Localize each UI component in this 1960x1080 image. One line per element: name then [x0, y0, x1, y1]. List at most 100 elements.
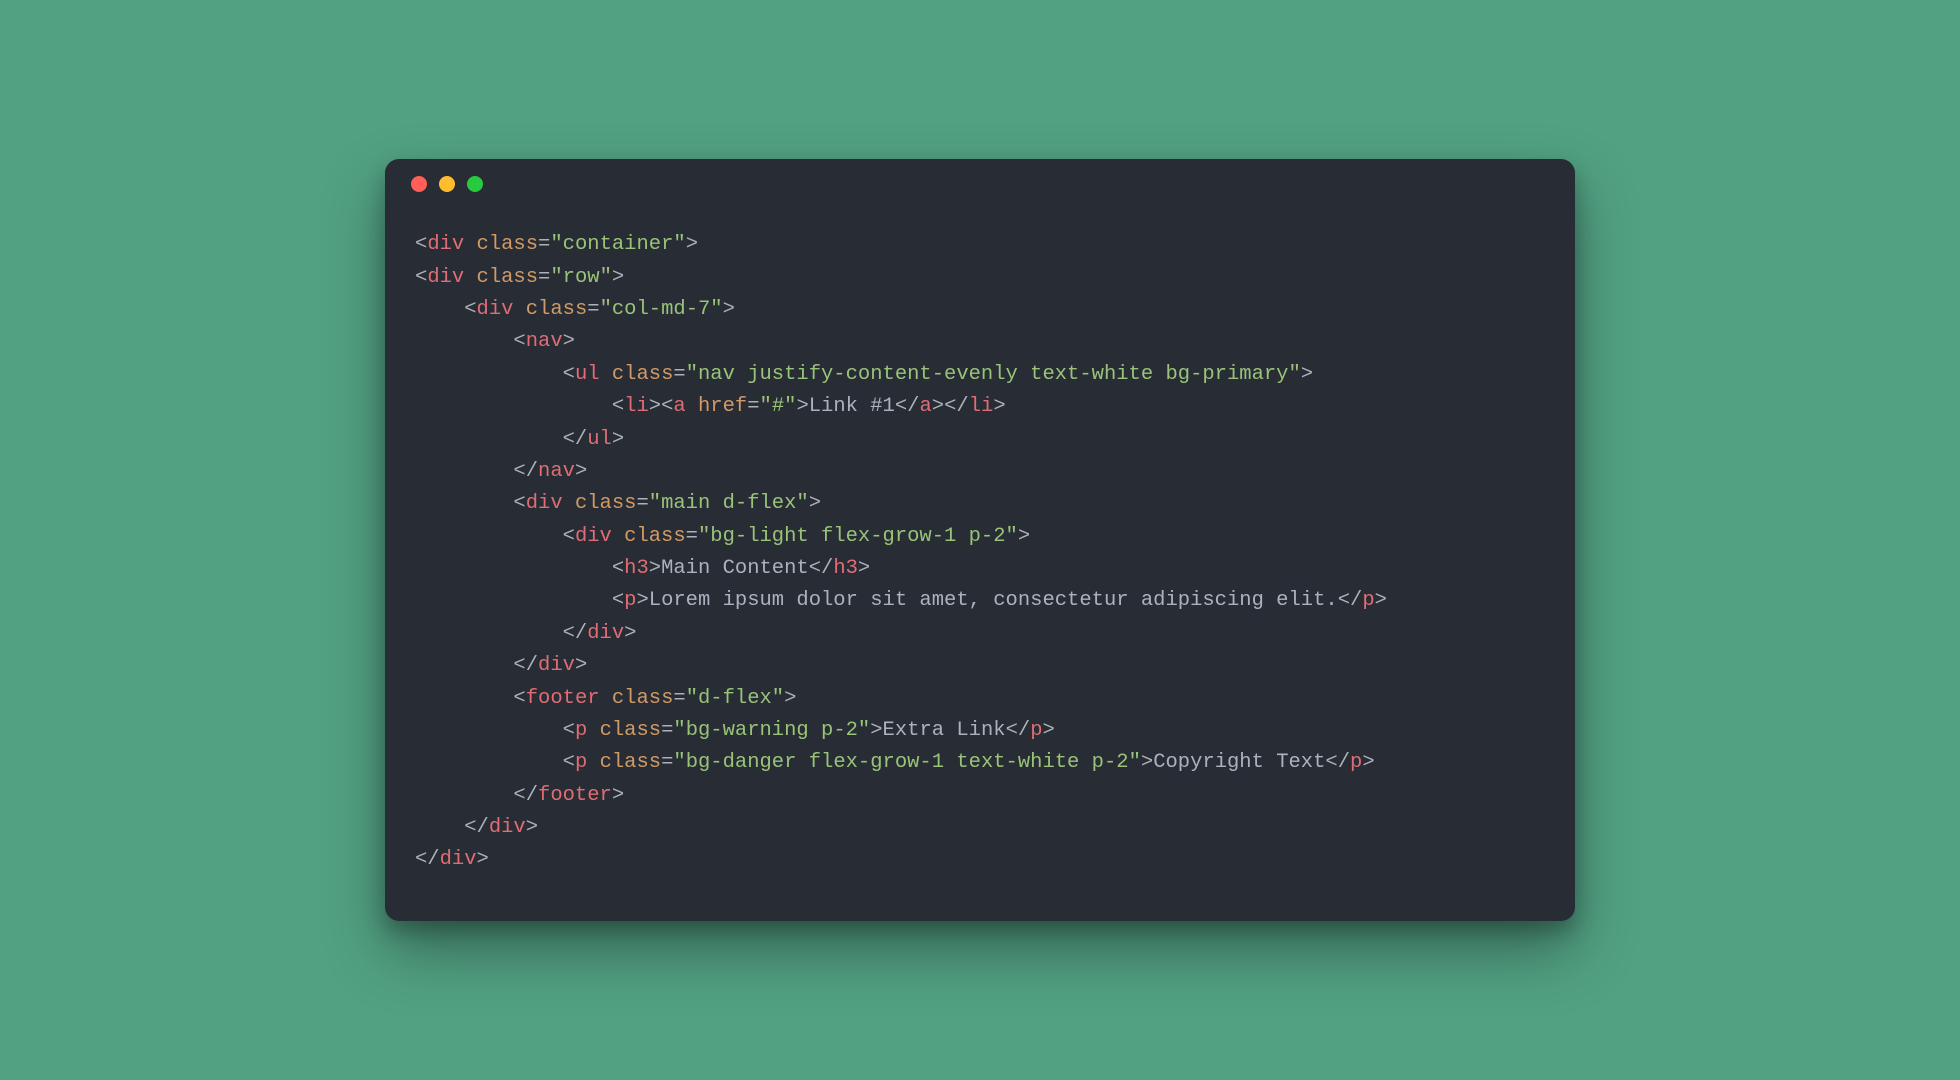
- code-token: [464, 266, 476, 289]
- code-token: >: [526, 816, 538, 839]
- code-token: <: [612, 589, 624, 612]
- code-token: href: [698, 395, 747, 418]
- code-token: Extra Link: [883, 719, 1006, 742]
- code-token: <: [563, 525, 575, 548]
- window-close-dot[interactable]: [411, 176, 427, 192]
- code-token: p: [1030, 719, 1042, 742]
- code-token: >: [477, 848, 489, 871]
- code-token: class: [477, 266, 539, 289]
- code-token: "container": [550, 233, 685, 256]
- code-line: <p class="bg-danger flex-grow-1 text-whi…: [415, 747, 1545, 779]
- code-line: </div>: [415, 844, 1545, 876]
- code-token: [587, 751, 599, 774]
- code-token: "#": [760, 395, 797, 418]
- code-token: footer: [538, 784, 612, 807]
- code-token: >: [575, 460, 587, 483]
- code-token: >: [612, 784, 624, 807]
- code-token: <: [563, 719, 575, 742]
- code-token: h3: [833, 557, 858, 580]
- code-line: <ul class="nav justify-content-evenly te…: [415, 359, 1545, 391]
- code-token: =: [673, 687, 685, 710]
- code-token: [612, 525, 624, 548]
- code-token: "col-md-7": [600, 298, 723, 321]
- code-token: ul: [575, 363, 600, 386]
- code-token: p: [624, 589, 636, 612]
- code-token: =: [538, 233, 550, 256]
- code-token: p: [575, 751, 587, 774]
- code-token: div: [575, 525, 612, 548]
- code-token: "bg-light flex-grow-1 p-2": [698, 525, 1018, 548]
- code-token: </: [563, 428, 588, 451]
- code-token: class: [526, 298, 588, 321]
- code-token: <: [563, 751, 575, 774]
- code-token: div: [477, 298, 514, 321]
- code-token: h3: [624, 557, 649, 580]
- code-line: <footer class="d-flex">: [415, 683, 1545, 715]
- code-token: </: [809, 557, 834, 580]
- code-token: [600, 687, 612, 710]
- code-token: >: [1043, 719, 1055, 742]
- code-token: class: [624, 525, 686, 548]
- code-token: "nav justify-content-evenly text-white b…: [686, 363, 1301, 386]
- code-token: a: [673, 395, 685, 418]
- code-token: div: [538, 654, 575, 677]
- code-token: >: [563, 330, 575, 353]
- code-token: >: [796, 395, 808, 418]
- code-token: </: [895, 395, 920, 418]
- code-token: li: [624, 395, 649, 418]
- code-line: </div>: [415, 812, 1545, 844]
- code-token: div: [587, 622, 624, 645]
- code-token: "main d-flex": [649, 492, 809, 515]
- code-token: ><: [649, 395, 674, 418]
- code-token: [686, 395, 698, 418]
- code-token: div: [427, 266, 464, 289]
- code-token: =: [686, 525, 698, 548]
- code-token: ul: [587, 428, 612, 451]
- code-token: </: [415, 848, 440, 871]
- code-token: a: [919, 395, 931, 418]
- window-minimize-dot[interactable]: [439, 176, 455, 192]
- code-token: >: [1375, 589, 1387, 612]
- code-token: div: [526, 492, 563, 515]
- code-token: Link #1: [809, 395, 895, 418]
- code-line: </footer>: [415, 780, 1545, 812]
- code-token: Copyright Text: [1153, 751, 1325, 774]
- code-token: =: [587, 298, 599, 321]
- code-token: >: [1018, 525, 1030, 548]
- code-token: >: [809, 492, 821, 515]
- code-line: <div class="bg-light flex-grow-1 p-2">: [415, 521, 1545, 553]
- code-token: >: [993, 395, 1005, 418]
- code-token: class: [575, 492, 637, 515]
- code-token: "d-flex": [686, 687, 784, 710]
- window-titlebar: [385, 159, 1575, 209]
- code-line: <h3>Main Content</h3>: [415, 553, 1545, 585]
- code-token: [587, 719, 599, 742]
- code-token: =: [661, 719, 673, 742]
- code-line: </ul>: [415, 424, 1545, 456]
- code-token: <: [513, 687, 525, 710]
- code-token: <: [415, 266, 427, 289]
- code-token: >: [1362, 751, 1374, 774]
- code-token: "bg-warning p-2": [673, 719, 870, 742]
- code-token: >: [624, 622, 636, 645]
- window-maximize-dot[interactable]: [467, 176, 483, 192]
- code-line: <div class="row">: [415, 262, 1545, 294]
- code-token: </: [1006, 719, 1031, 742]
- code-token: =: [538, 266, 550, 289]
- code-token: li: [969, 395, 994, 418]
- code-token: =: [661, 751, 673, 774]
- code-token: p: [1362, 589, 1374, 612]
- code-line: </nav>: [415, 456, 1545, 488]
- code-token: <: [513, 330, 525, 353]
- code-line: <div class="col-md-7">: [415, 294, 1545, 326]
- code-line: </div>: [415, 618, 1545, 650]
- code-line: <nav>: [415, 326, 1545, 358]
- code-token: class: [477, 233, 539, 256]
- code-token: </: [563, 622, 588, 645]
- code-token: </: [513, 460, 538, 483]
- code-token: >: [858, 557, 870, 580]
- code-token: >: [1141, 751, 1153, 774]
- code-token: "row": [550, 266, 612, 289]
- code-token: p: [575, 719, 587, 742]
- code-token: =: [747, 395, 759, 418]
